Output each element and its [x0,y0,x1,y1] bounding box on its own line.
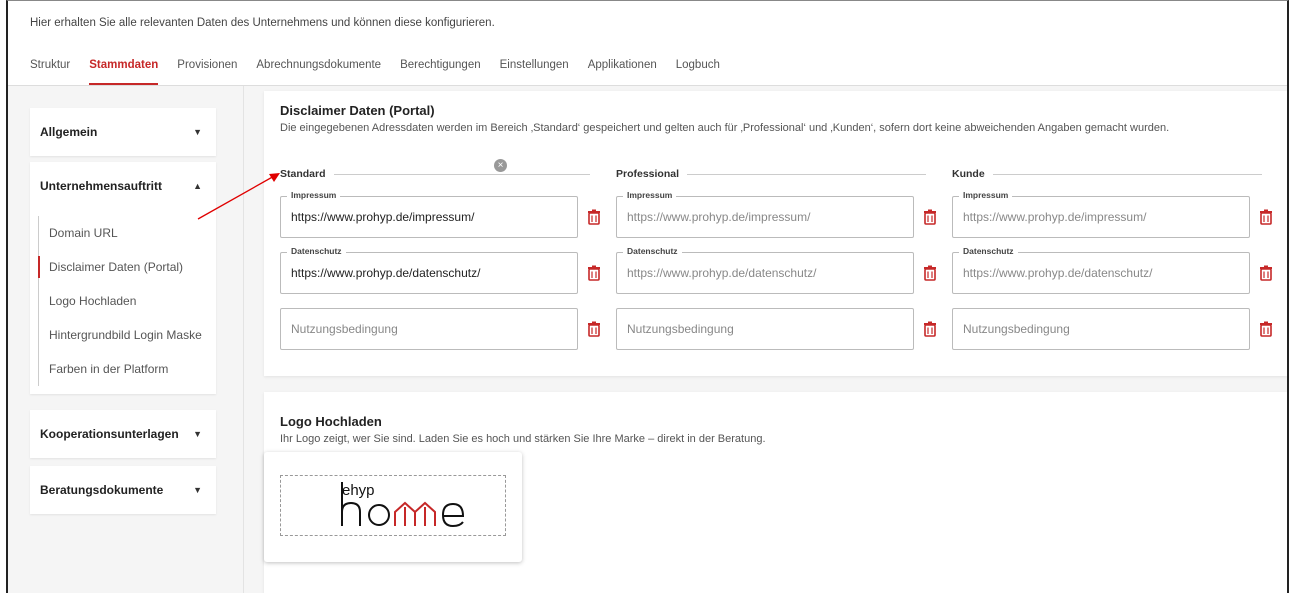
sidebar: Allgemein ▼ Unternehmensauftritt ▲ Domai… [8,86,244,593]
trash-icon[interactable] [923,265,937,281]
sidebar-item[interactable]: Disclaimer Daten (Portal) [38,250,238,284]
sidebar-section-label: Kooperationsunterlagen [40,427,179,441]
sidebar-section-allgemein[interactable]: Allgemein ▼ [30,108,216,156]
trash-icon[interactable] [1259,321,1273,337]
trash-icon[interactable] [923,321,937,337]
sidebar-item[interactable]: Logo Hochladen [39,284,238,318]
tab-stammdaten[interactable]: Stammdaten [89,49,159,85]
field-label: Impressum [959,190,1013,200]
tab-provisionen[interactable]: Provisionen [177,49,237,85]
tab-applikationen[interactable]: Applikationen [588,49,657,85]
divider [333,173,590,175]
field-label: Impressum [287,190,341,200]
field-value: https://www.prohyp.de/datenschutz/ [291,266,481,280]
logo-description: Ihr Logo zeigt, wer Sie sind. Laden Sie … [280,433,766,445]
trash-icon[interactable] [587,321,601,337]
column-standard: Standard Impressum https://www.prohyp.de/i… [280,168,600,350]
column-professional: Professional Impressum https://www.prohyp.… [616,168,936,350]
sidebar-section-beratungsdokumente[interactable]: Beratungsdokumente ▼ [30,466,216,514]
chevron-down-icon: ▼ [193,127,202,137]
column-heading-label: Kunde [952,168,985,180]
sidebar-section-label: Unternehmensauftritt [40,179,163,193]
field-value: https://www.prohyp.de/datenschutz/ [627,266,817,280]
disclaimer-description: Die eingegebenen Adressdaten werden im B… [280,122,1170,134]
impressum-field[interactable]: Impressum https://www.prohyp.de/impressum… [280,190,600,238]
page-intro: Hier erhalten Sie alle relevanten Daten … [30,17,495,29]
nutzungsbedingung-field[interactable]: Nutzungsbedingung [616,308,936,350]
field-value: https://www.prohyp.de/impressum/ [291,210,475,224]
tab-struktur[interactable]: Struktur [30,49,70,85]
field-value: https://www.prohyp.de/impressum/ [627,210,811,224]
datenschutz-field[interactable]: Datenschutz https://www.prohyp.de/datensc… [280,246,600,294]
column-heading: Standard [280,168,590,180]
column-heading-label: Professional [616,168,680,180]
sidebar-section-header[interactable]: Unternehmensauftritt ▲ [30,162,216,210]
sidebar-section-header[interactable]: Allgemein ▼ [30,108,216,156]
sidebar-section-header[interactable]: Beratungsdokumente ▼ [30,466,216,514]
nutzungsbedingung-field[interactable]: Nutzungsbedingung [952,308,1272,350]
field-value: Nutzungsbedingung [291,322,398,336]
sidebar-section-label: Beratungsdokumente [40,483,164,497]
disclaimer-card: Disclaimer Daten (Portal) Die eingegeben… [264,91,1287,376]
field-value: Nutzungsbedingung [627,322,734,336]
home-logo-icon: ehyp [341,482,465,528]
column-kunde: Kunde Impressum https://www.prohyp.de/impr… [952,168,1272,350]
impressum-field[interactable]: Impressum https://www.prohyp.de/impressum… [616,190,936,238]
trash-icon[interactable] [1259,209,1273,225]
column-heading: Kunde [952,168,1262,180]
tab-einstellungen[interactable]: Einstellungen [500,49,569,85]
datenschutz-field[interactable]: Datenschutz https://www.prohyp.de/datensc… [616,246,936,294]
sidebar-item[interactable]: Domain URL [39,216,238,250]
close-icon[interactable]: × [494,159,507,172]
app-frame: Hier erhalten Sie alle relevanten Daten … [6,0,1289,593]
nutzungsbedingung-field[interactable]: Nutzungsbedingung [280,308,600,350]
chevron-down-icon: ▼ [193,429,202,439]
tab-logbuch[interactable]: Logbuch [676,49,720,85]
trash-icon[interactable] [587,265,601,281]
sidebar-item[interactable]: Hintergrundbild Login Maske [39,318,238,352]
impressum-field[interactable]: Impressum https://www.prohyp.de/impressum… [952,190,1272,238]
logo-title: Logo Hochladen [280,414,382,429]
divider [992,173,1262,175]
tab-berechtigungen[interactable]: Berechtigungen [400,49,481,85]
main-content: Disclaimer Daten (Portal) Die eingegeben… [244,86,1287,593]
field-label: Impressum [623,190,677,200]
tab-abrechnungsdokumente[interactable]: Abrechnungsdokumente [256,49,381,85]
trash-icon[interactable] [587,209,601,225]
sidebar-section-kooperationsunterlagen[interactable]: Kooperationsunterlagen ▼ [30,410,216,458]
sidebar-item[interactable]: Farben in der Platform [39,352,238,386]
field-label: Datenschutz [959,246,1018,256]
sidebar-section-label: Allgemein [40,125,98,139]
field-label: Datenschutz [287,246,346,256]
tab-bar: Struktur Stammdaten Provisionen Abrechnungs… [30,49,1287,85]
trash-icon[interactable] [1259,265,1273,281]
sidebar-sub-list: Domain URL Disclaimer Daten (Portal) Logo … [38,216,238,386]
logo-image: ehyp [280,475,506,536]
field-value: https://www.prohyp.de/impressum/ [963,210,1147,224]
trash-icon[interactable] [923,209,937,225]
field-label: Datenschutz [623,246,682,256]
sidebar-section-header[interactable]: Kooperationsunterlagen ▼ [30,410,216,458]
chevron-up-icon: ▲ [193,181,202,191]
logo-preview[interactable]: ehyp [264,452,522,562]
logo-text-top: ehyp [342,482,375,499]
field-value: Nutzungsbedingung [963,322,1070,336]
divider [687,173,926,175]
column-heading-label: Standard [280,168,326,180]
chevron-down-icon: ▼ [193,485,202,495]
disclaimer-title: Disclaimer Daten (Portal) [280,103,435,118]
datenschutz-field[interactable]: Datenschutz https://www.prohyp.de/datensc… [952,246,1272,294]
field-value: https://www.prohyp.de/datenschutz/ [963,266,1153,280]
column-heading: Professional [616,168,926,180]
